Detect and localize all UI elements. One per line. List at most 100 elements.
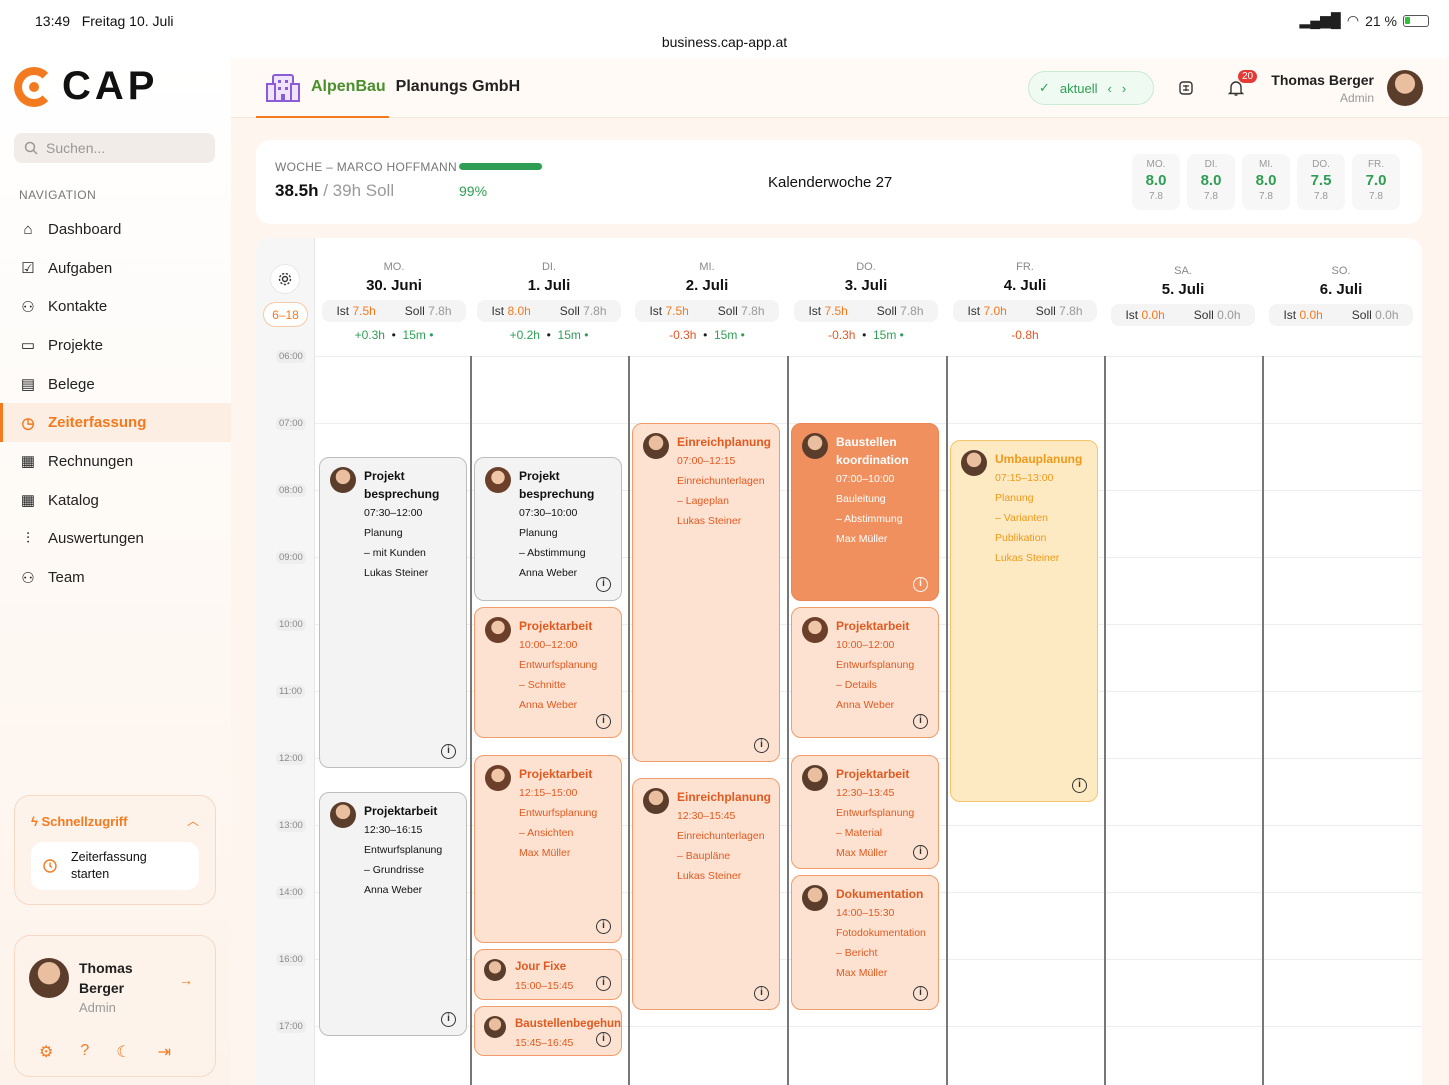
day-separator <box>628 356 630 1085</box>
sidebar-item-rechnungen[interactable]: ▦ Rechnungen <box>0 442 231 481</box>
calendar-event[interactable]: Projektarbeit 12:30–16:15 Entwurfsplanung –… <box>319 791 467 1037</box>
calendar-event[interactable]: Baustellen koordination 07:00–10:00 Baulei… <box>791 423 939 601</box>
time-range-toggle[interactable]: 6–18 <box>263 302 308 327</box>
bolt-icon: ϟ <box>31 814 38 829</box>
sidebar-item-projekte[interactable]: ▭ Projekte <box>0 326 231 365</box>
sidebar-item-team[interactable]: ⚇ Team <box>0 558 231 597</box>
calendar-event[interactable]: Einreichplanung 07:00–12:15 Einreichunterl… <box>632 423 780 762</box>
sidebar-item-kontakte[interactable]: ⚇ Kontakte <box>0 287 231 326</box>
company-brand: AlpenBau <box>311 78 386 95</box>
calendar-event[interactable]: Umbauplanung 07:15–13:00 Planung – Variante… <box>950 439 1098 802</box>
event-detail: Entwurfsplanung <box>836 806 915 819</box>
sidebar-item-belege[interactable]: ▤ Belege <box>0 365 231 404</box>
info-icon[interactable]: i <box>1072 777 1087 793</box>
calendar-event[interactable]: Projekt besprechung 07:30–12:00 Planung – m… <box>319 456 467 769</box>
time-label: 14:00 <box>276 886 306 899</box>
event-detail: Einreichunterlagen <box>677 475 765 487</box>
info-icon[interactable]: i <box>441 744 456 760</box>
event-detail: – Baupläne <box>677 850 731 863</box>
calendar-event[interactable]: Projektarbeit 10:00–12:00 Entwurfsplanung –… <box>474 607 622 739</box>
calendar-event[interactable]: Projektarbeit 10:00–12:00 Entwurfsplanung –… <box>791 607 939 739</box>
url-bar[interactable]: business.cap-app.at <box>0 34 1449 50</box>
arrow-right-icon[interactable]: → <box>179 972 193 988</box>
event-time: 07:15–13:00 <box>995 471 1054 484</box>
event-detail: Planung <box>995 491 1034 504</box>
info-icon[interactable]: i <box>596 975 611 991</box>
start-time-tracking-button[interactable]: Zeiterfassung starten <box>31 842 199 890</box>
day-label: DI. <box>541 261 557 273</box>
day-header[interactable]: MI. 2. Juli Ist 7.5h Soll 7.8h -0.3h • 15m • <box>628 238 786 356</box>
translate-button[interactable] <box>1169 71 1203 105</box>
day-delta: -0.3h • 15m • <box>828 328 904 342</box>
info-icon[interactable]: i <box>596 576 611 592</box>
event-detail: Lukas Steiner <box>995 551 1060 564</box>
sidebar-item-dashboard[interactable]: ⌂ Dashboard <box>0 210 231 249</box>
settings-icon[interactable]: ⚙ <box>39 1042 53 1062</box>
day-header[interactable]: SA. 5. Juli Ist 0.0h Soll 0.0h <box>1104 238 1262 356</box>
day-date: 4. Juli <box>1003 277 1047 294</box>
info-icon[interactable]: i <box>441 1012 456 1028</box>
calendar-event[interactable]: Projektarbeit 12:15–15:00 Entwurfsplanung –… <box>474 754 622 943</box>
sidebar-item-zeiterfassung[interactable]: ◷ Zeiterfassung <box>0 403 231 443</box>
event-detail: Lukas Steiner <box>364 566 429 579</box>
info-icon[interactable]: i <box>596 918 611 934</box>
calendar-event[interactable]: Dokumentation 14:00–15:30 Fotodokumentatio… <box>791 875 939 1010</box>
sidebar-item-label: Belege <box>48 375 95 393</box>
calendar-event[interactable]: Projekt besprechung 07:30–10:00 Planung – A… <box>474 456 622 601</box>
day-date: 6. Juli <box>1319 281 1363 298</box>
week-navigator[interactable]: ✓ aktuell ‹ › <box>1028 71 1154 105</box>
info-icon[interactable]: i <box>596 714 611 730</box>
calendar-event[interactable]: Einreichplanung 12:30–15:45 Einreichunterl… <box>632 778 780 1010</box>
day-header[interactable]: DO. 3. Juli Ist 7.5h Soll 7.8h -0.3h • 15m • <box>787 238 945 356</box>
battery-icon <box>1403 14 1429 27</box>
calendar-event[interactable]: Jour Fixe 15:00–15:45 i <box>474 948 622 1000</box>
topbar-user[interactable]: Thomas Berger Admin <box>1271 72 1374 105</box>
chevron-right-icon[interactable]: › <box>1122 81 1126 96</box>
calendar-event[interactable]: Baustellenbegehung 15:45–16:45 i <box>474 1005 622 1057</box>
day-label: MI. <box>699 261 715 273</box>
day-total: DI. 8.0 7.8 <box>1187 154 1235 210</box>
day-header[interactable]: DI. 1. Juli Ist 8.0h Soll 7.8h +0.2h • 15m • <box>470 238 628 356</box>
event-title: Baustellenbegehung <box>515 1017 622 1030</box>
calendar-event[interactable]: Projektarbeit 12:30–13:45 Entwurfsplanung –… <box>791 754 939 869</box>
day-header[interactable]: FR. 4. Juli Ist 7.0h Soll 7.8h -0.8h <box>946 238 1104 356</box>
app-logo[interactable]: CAP <box>14 64 158 109</box>
sidebar-item-auswertungen[interactable]: ⫶ Auswertungen <box>0 520 231 559</box>
clock-icon: ◷ <box>21 414 35 432</box>
company-switcher[interactable]: AlpenBau Planungs GmbH <box>265 72 520 102</box>
notifications-button[interactable]: 20 <box>1219 70 1258 105</box>
avatar[interactable] <box>29 958 69 998</box>
chart-icon: ⫶ <box>26 530 30 548</box>
event-time: 12:30–15:45 <box>677 810 736 823</box>
grid-icon: ▦ <box>20 492 36 510</box>
sidebar-item-katalog[interactable]: ▦ Katalog <box>0 481 231 520</box>
help-icon[interactable]: ? <box>80 1042 89 1062</box>
calendar-settings-button[interactable] <box>270 264 300 294</box>
chevron-up-icon[interactable]: ︿ <box>187 812 199 829</box>
event-title: Umbauplanung <box>995 451 1083 466</box>
day-total-value: 7.5 <box>1310 172 1332 189</box>
day-total-value: 7.0 <box>1365 172 1387 189</box>
search-input[interactable]: Suchen... <box>14 133 215 163</box>
moon-icon[interactable]: ☾ <box>116 1042 130 1062</box>
event-time: 07:00–10:00 <box>836 473 895 485</box>
current-week-label[interactable]: aktuell <box>1060 81 1098 96</box>
info-icon[interactable]: i <box>754 985 769 1001</box>
quick-access-title[interactable]: ϟ Schnellzugriff <box>31 814 127 829</box>
day-header[interactable]: MO. 30. Juni Ist 7.5h Soll 7.8h +0.3h • 15m … <box>315 238 473 356</box>
info-icon[interactable]: i <box>913 844 928 860</box>
info-icon[interactable]: i <box>913 714 928 730</box>
day-header[interactable]: SO. 6. Juli Ist 0.0h Soll 0.0h <box>1262 238 1420 356</box>
event-detail: Lukas Steiner <box>677 870 742 883</box>
user-role: Admin <box>79 1000 116 1015</box>
chevron-left-icon[interactable]: ‹ <box>1107 81 1111 96</box>
avatar[interactable] <box>1387 70 1423 106</box>
building-icon <box>266 74 300 102</box>
info-icon[interactable]: i <box>754 737 769 753</box>
logout-icon[interactable]: ⇥ <box>158 1042 171 1062</box>
info-icon[interactable]: i <box>913 576 928 592</box>
event-detail: – Lageplan <box>677 495 729 507</box>
event-detail: – Schnitte <box>519 679 566 692</box>
sidebar-item-aufgaben[interactable]: ☑ Aufgaben <box>0 249 231 288</box>
info-icon[interactable]: i <box>913 985 928 1001</box>
